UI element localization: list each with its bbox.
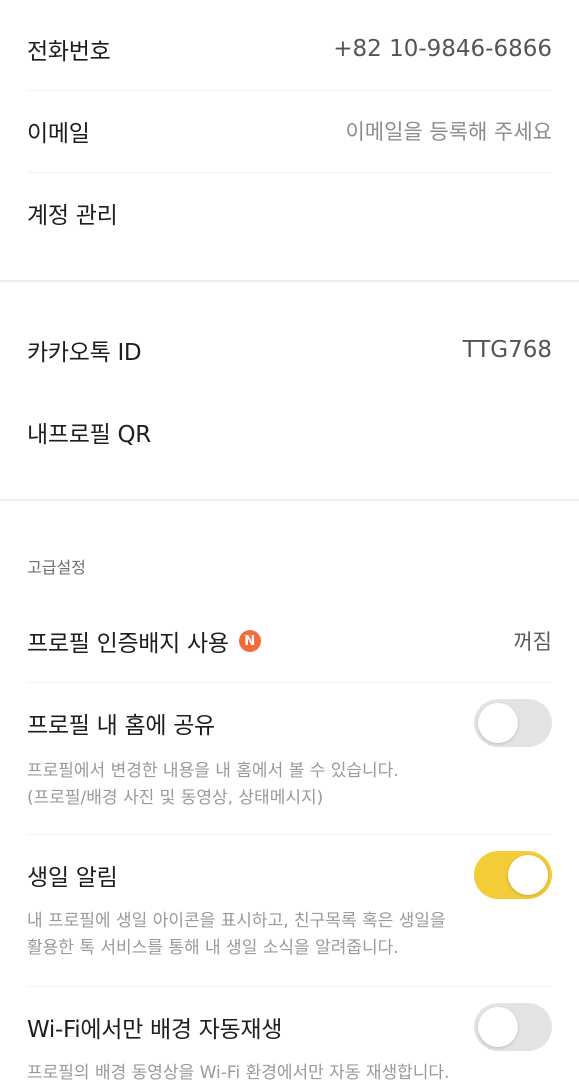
birthday-toggle[interactable]: [474, 851, 552, 899]
kakao-id-row[interactable]: 카카오톡 ID TTG768: [0, 315, 579, 385]
share-home-desc-line-1: 프로필에서 변경한 내용을 내 홈에서 볼 수 있습니다.: [27, 761, 399, 781]
section-divider: [0, 499, 579, 501]
toggle-knob: [478, 1007, 518, 1047]
email-row[interactable]: 이메일 이메일을 등록해 주세요: [0, 96, 579, 166]
kakao-id-value: TTG768: [462, 337, 552, 363]
email-label: 이메일: [27, 121, 90, 147]
wifi-autoplay-label: Wi-Fi에서만 배경 자동재생: [27, 1017, 283, 1043]
share-home-description: 프로필에서 변경한 내용을 내 홈에서 볼 수 있습니다. (프로필/배경 사진…: [27, 758, 557, 812]
account-manage-row[interactable]: 계정 관리: [0, 178, 579, 248]
divider: [27, 172, 552, 173]
share-home-toggle[interactable]: [474, 699, 552, 747]
birthday-description: 내 프로필에 생일 아이콘을 표시하고, 친구목록 혹은 생일을 활용한 톡 서…: [27, 908, 557, 962]
section-divider: [0, 280, 579, 282]
phone-label: 전화번호: [27, 39, 111, 65]
wifi-desc-line-1: 프로필의 배경 동영상을 Wi-Fi 환경에서만 자동 재생합니다.: [27, 1063, 450, 1083]
birthday-label: 생일 알림: [27, 865, 118, 891]
wifi-autoplay-description: 프로필의 배경 동영상을 Wi-Fi 환경에서만 자동 재생합니다.: [27, 1060, 557, 1087]
verification-badge-label-group: 프로필 인증배지 사용 N: [27, 624, 261, 658]
profile-qr-row[interactable]: 내프로필 QR: [0, 397, 579, 467]
new-badge-icon: N: [238, 630, 261, 652]
birthday-desc-line-1: 내 프로필에 생일 아이콘을 표시하고, 친구목록 혹은 생일을: [27, 911, 446, 931]
share-home-row: 프로필 내 홈에 공유: [0, 688, 579, 758]
section-title-advanced: 고급설정: [27, 558, 86, 577]
wifi-autoplay-toggle[interactable]: [474, 1003, 552, 1051]
birthday-desc-line-2: 활용한 톡 서비스를 통해 내 생일 소식을 알려줍니다.: [27, 938, 399, 958]
divider: [27, 90, 552, 91]
verification-badge-status: 꺼짐: [513, 630, 552, 654]
share-home-desc-line-2: (프로필/배경 사진 및 동영상, 상태메시지): [27, 788, 324, 808]
verification-badge-row[interactable]: 프로필 인증배지 사용 N 꺼짐: [0, 606, 579, 676]
verification-badge-label: 프로필 인증배지 사용: [27, 631, 229, 657]
divider: [27, 986, 552, 987]
toggle-knob: [508, 855, 548, 895]
phone-row[interactable]: 전화번호 +82 10-9846-6866: [0, 14, 579, 84]
toggle-knob: [478, 703, 518, 743]
divider: [27, 834, 552, 835]
profile-qr-label: 내프로필 QR: [27, 422, 151, 448]
wifi-autoplay-row: Wi-Fi에서만 배경 자동재생: [0, 992, 579, 1062]
phone-value: +82 10-9846-6866: [333, 36, 552, 62]
share-home-label: 프로필 내 홈에 공유: [27, 713, 215, 739]
email-placeholder: 이메일을 등록해 주세요: [345, 120, 552, 144]
birthday-row: 생일 알림: [0, 840, 579, 910]
kakao-id-label: 카카오톡 ID: [27, 340, 142, 366]
divider: [27, 682, 552, 683]
account-manage-label: 계정 관리: [27, 203, 118, 229]
